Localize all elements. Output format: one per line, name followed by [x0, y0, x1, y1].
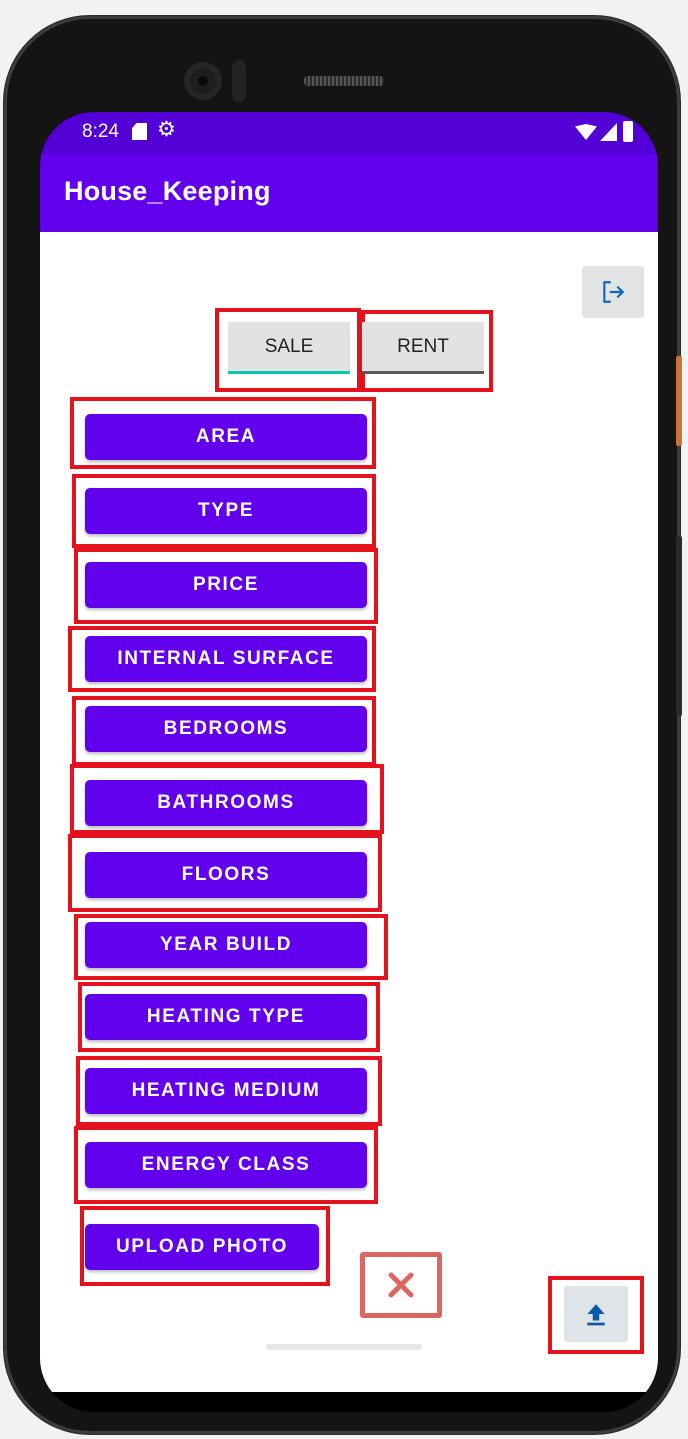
tab-rent[interactable]: RENT	[362, 322, 484, 374]
volume-button	[676, 536, 682, 716]
tab-sale-label: SALE	[264, 335, 314, 357]
type-button-label: TYPE	[197, 500, 255, 521]
proximity-sensor	[232, 60, 246, 102]
status-bar: 8:24 ⚙	[40, 112, 658, 154]
internal-surface-button[interactable]: INTERNAL SURFACE	[85, 636, 367, 682]
front-camera	[184, 62, 222, 100]
main-content: SALE RENT AREA TYPE PRICE INTERNAL SURFA…	[40, 232, 658, 1392]
earpiece-speaker	[304, 76, 384, 86]
navigation-bar	[40, 1392, 658, 1412]
bedrooms-button-label: BEDROOMS	[163, 718, 289, 739]
delete-button[interactable]	[360, 1252, 442, 1318]
type-button[interactable]: TYPE	[85, 488, 367, 534]
home-gesture-pill[interactable]	[266, 1344, 422, 1350]
bathrooms-button[interactable]: BATHROOMS	[85, 780, 367, 826]
bedrooms-button[interactable]: BEDROOMS	[85, 706, 367, 752]
year-build-button[interactable]: YEAR BUILD	[85, 922, 367, 968]
bathrooms-button-label: BATHROOMS	[157, 792, 295, 813]
floors-button-label: FLOORS	[181, 864, 271, 885]
heating-medium-button-label: HEATING MEDIUM	[131, 1080, 321, 1101]
app-title: House_Keeping	[64, 176, 271, 206]
tab-rent-label: RENT	[397, 335, 449, 357]
area-button-label: AREA	[195, 426, 257, 447]
heating-type-button[interactable]: HEATING TYPE	[85, 994, 367, 1040]
floors-button[interactable]: FLOORS	[85, 852, 367, 898]
energy-class-button-label: ENERGY CLASS	[141, 1154, 311, 1175]
logout-button[interactable]	[582, 266, 644, 318]
internal-surface-button-label: INTERNAL SURFACE	[117, 648, 335, 669]
upload-button[interactable]	[564, 1286, 628, 1342]
close-x-icon	[388, 1272, 414, 1298]
settings-gear-icon: ⚙	[157, 118, 176, 141]
tab-sale[interactable]: SALE	[228, 322, 350, 374]
cell-signal-icon	[600, 123, 617, 141]
price-button[interactable]: PRICE	[85, 562, 367, 608]
energy-class-button[interactable]: ENERGY CLASS	[85, 1142, 367, 1188]
status-time: 8:24	[82, 121, 119, 142]
upload-photo-button-label: UPLOAD PHOTO	[116, 1236, 288, 1257]
upload-icon	[587, 1304, 605, 1326]
wifi-icon	[575, 124, 597, 140]
year-build-button-label: YEAR BUILD	[159, 934, 293, 955]
phone-frame: 8:24 ⚙ House_Keeping SALE RENT AREA TYPE…	[4, 16, 682, 1434]
price-button-label: PRICE	[192, 574, 260, 595]
area-button[interactable]: AREA	[85, 414, 367, 460]
app-bar: House_Keeping	[40, 154, 658, 232]
heating-type-button-label: HEATING TYPE	[146, 1006, 306, 1027]
heating-medium-button[interactable]: HEATING MEDIUM	[85, 1068, 367, 1114]
logout-icon	[603, 281, 625, 303]
upload-photo-button[interactable]: UPLOAD PHOTO	[85, 1224, 319, 1270]
screen: 8:24 ⚙ House_Keeping SALE RENT AREA TYPE…	[40, 112, 658, 1412]
power-button	[676, 356, 682, 446]
battery-icon	[623, 121, 633, 142]
sd-card-icon	[132, 123, 147, 140]
